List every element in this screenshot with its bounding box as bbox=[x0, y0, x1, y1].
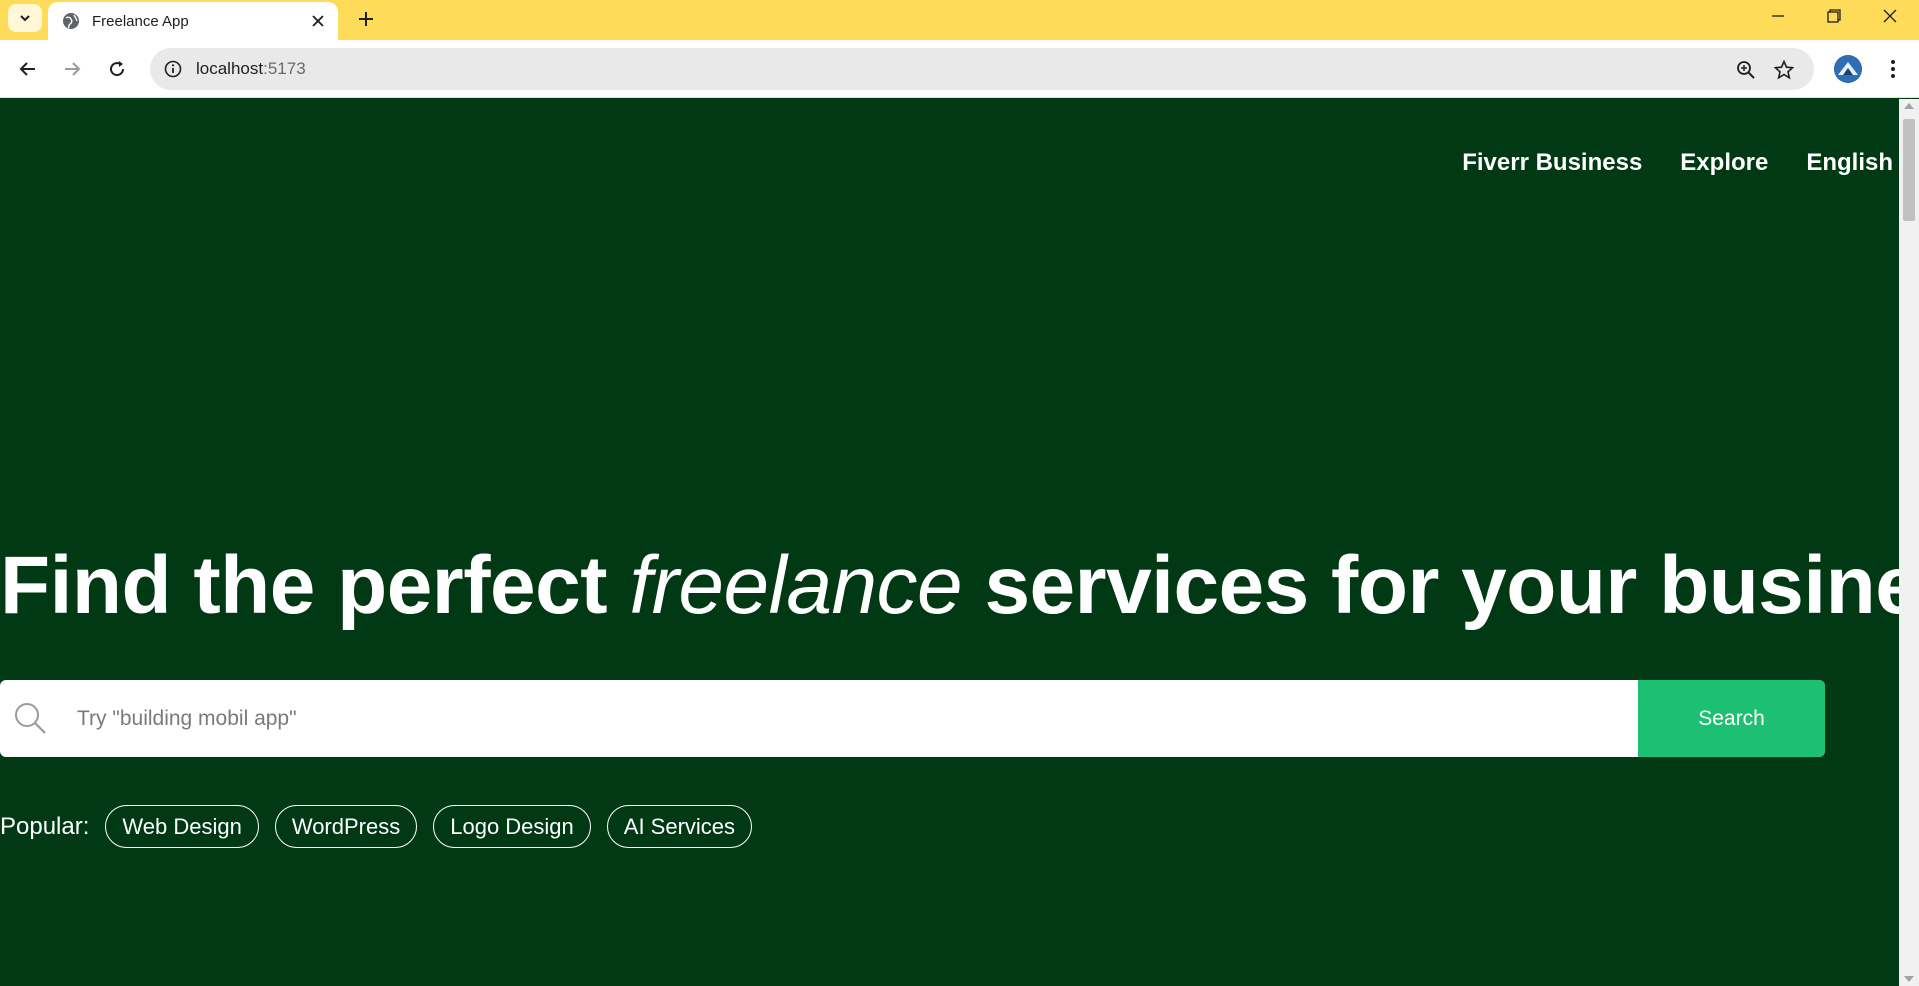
url-host: localhost bbox=[196, 59, 264, 78]
url-port: :5173 bbox=[263, 59, 306, 78]
search-button[interactable]: Search bbox=[1638, 680, 1825, 757]
hero-title-before: Find the perfect bbox=[0, 540, 630, 631]
minimize-icon bbox=[1772, 15, 1784, 17]
close-window-button[interactable] bbox=[1862, 0, 1918, 32]
minimize-button[interactable] bbox=[1750, 0, 1806, 32]
back-arrow-icon bbox=[19, 62, 35, 76]
globe-icon bbox=[62, 12, 80, 30]
browser-tab-strip: Freelance App bbox=[0, 0, 1919, 40]
restore-button[interactable] bbox=[1806, 0, 1862, 32]
close-window-icon bbox=[1883, 9, 1897, 23]
zoom-icon[interactable] bbox=[1734, 58, 1758, 82]
address-bar[interactable]: localhost:5173 bbox=[150, 48, 1814, 90]
new-tab-button[interactable] bbox=[352, 5, 380, 33]
popular-chip-wordpress[interactable]: WordPress bbox=[274, 805, 418, 848]
hero-title-italic: freelance bbox=[629, 540, 963, 631]
tab-title: Freelance App bbox=[92, 12, 189, 30]
close-icon[interactable] bbox=[308, 11, 328, 31]
reload-button[interactable] bbox=[101, 53, 133, 85]
popular-chip-web-design[interactable]: Web Design bbox=[105, 805, 259, 848]
plus-icon bbox=[359, 12, 373, 26]
popular-tags: Popular: Web Design WordPress Logo Desig… bbox=[0, 805, 768, 848]
hero-title-after: services for your business bbox=[984, 540, 1899, 631]
tab-search-button[interactable] bbox=[8, 4, 42, 32]
scroll-up-arrow-icon[interactable] bbox=[1904, 103, 1914, 109]
search-input[interactable] bbox=[64, 680, 1634, 757]
url-text: localhost:5173 bbox=[196, 59, 306, 79]
kebab-menu-icon[interactable] bbox=[1878, 54, 1908, 84]
nav-fiverr-business[interactable]: Fiverr Business bbox=[1462, 149, 1642, 177]
forward-button[interactable] bbox=[56, 53, 88, 85]
popular-label: Popular: bbox=[0, 812, 90, 840]
scroll-down-arrow-icon[interactable] bbox=[1904, 976, 1914, 982]
star-icon[interactable] bbox=[1772, 58, 1796, 82]
forward-arrow-icon bbox=[65, 62, 81, 76]
nav-language[interactable]: English bbox=[1806, 149, 1893, 177]
hero-title: Find the perfect freelance services for … bbox=[0, 539, 1899, 633]
search-icon bbox=[12, 700, 48, 736]
popular-chip-ai-services[interactable]: AI Services bbox=[606, 805, 753, 848]
chevron-down-icon bbox=[20, 15, 30, 22]
page-content: Fiverr Business Explore English Find the… bbox=[0, 99, 1899, 986]
scroll-thumb[interactable] bbox=[1903, 119, 1915, 221]
reload-icon bbox=[110, 61, 125, 77]
nav-explore[interactable]: Explore bbox=[1680, 149, 1768, 177]
top-nav: Fiverr Business Explore English bbox=[1462, 149, 1893, 177]
popular-chip-logo-design[interactable]: Logo Design bbox=[433, 805, 591, 848]
avatar[interactable] bbox=[1834, 55, 1862, 83]
vertical-scrollbar[interactable] bbox=[1899, 99, 1919, 986]
browser-toolbar: localhost:5173 bbox=[0, 40, 1919, 98]
search-bar: Search bbox=[0, 680, 1825, 757]
browser-tab[interactable]: Freelance App bbox=[48, 2, 338, 40]
restore-icon bbox=[1827, 9, 1841, 23]
info-icon[interactable] bbox=[162, 58, 184, 80]
back-button[interactable] bbox=[12, 53, 44, 85]
